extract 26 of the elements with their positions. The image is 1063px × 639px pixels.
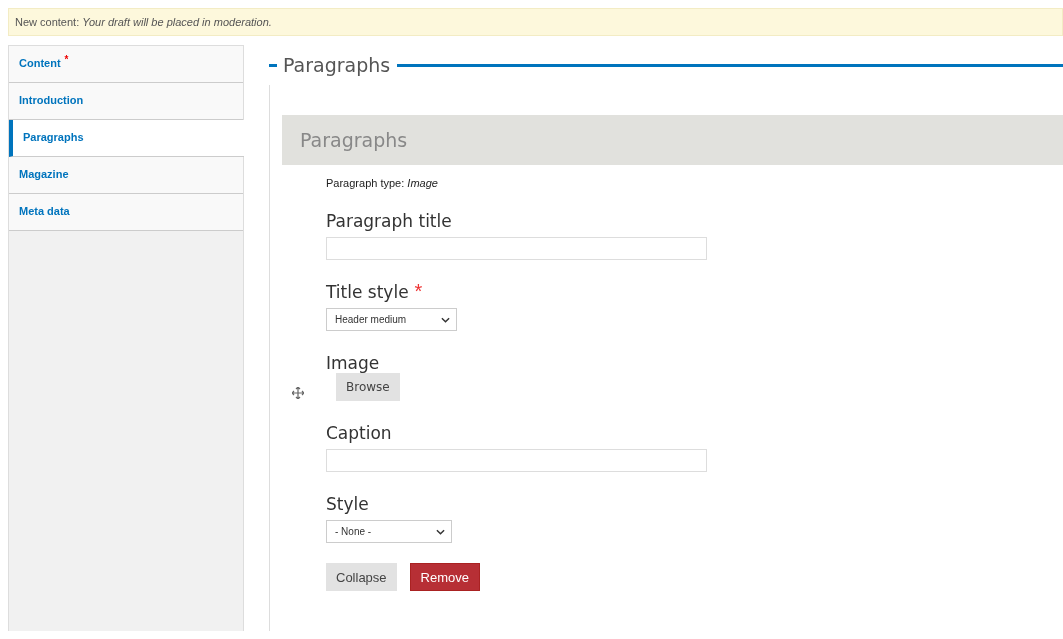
vertical-tab[interactable]: Introduction bbox=[9, 83, 243, 120]
message-text: New content: Your draft will be placed in moderation. bbox=[15, 16, 272, 28]
field-label: Caption bbox=[326, 423, 392, 443]
field-label: Paragraph title bbox=[326, 211, 452, 231]
vertical-tab[interactable]: Magazine bbox=[9, 157, 243, 194]
paragraph-type: Paragraph type: Image bbox=[326, 177, 439, 189]
chevron-down-icon bbox=[441, 316, 450, 323]
field-label: Image bbox=[326, 353, 380, 373]
vertical-tab[interactable]: Meta data bbox=[9, 194, 243, 231]
required-mark: * bbox=[64, 54, 69, 65]
field-label: Title style bbox=[326, 282, 409, 302]
drag-handle-icon[interactable] bbox=[292, 387, 304, 399]
collapse-button[interactable]: Collapse bbox=[326, 563, 397, 591]
required-mark: * bbox=[414, 282, 423, 300]
fieldset-legend: Paragraphs bbox=[283, 54, 391, 76]
field-label: Style bbox=[326, 494, 369, 514]
section-title: Paragraphs bbox=[300, 129, 408, 151]
select-field[interactable]: Header medium bbox=[326, 308, 457, 331]
vertical-tab[interactable]: Content * bbox=[9, 46, 243, 83]
text-field[interactable] bbox=[326, 449, 707, 472]
browse-button[interactable]: Browse bbox=[336, 373, 400, 401]
chevron-down-icon bbox=[436, 528, 445, 535]
remove-button[interactable]: Remove bbox=[409, 563, 480, 591]
vertical-tab[interactable]: Paragraphs bbox=[9, 120, 244, 157]
select-field[interactable]: - None - bbox=[326, 520, 452, 543]
text-field[interactable] bbox=[326, 237, 707, 260]
